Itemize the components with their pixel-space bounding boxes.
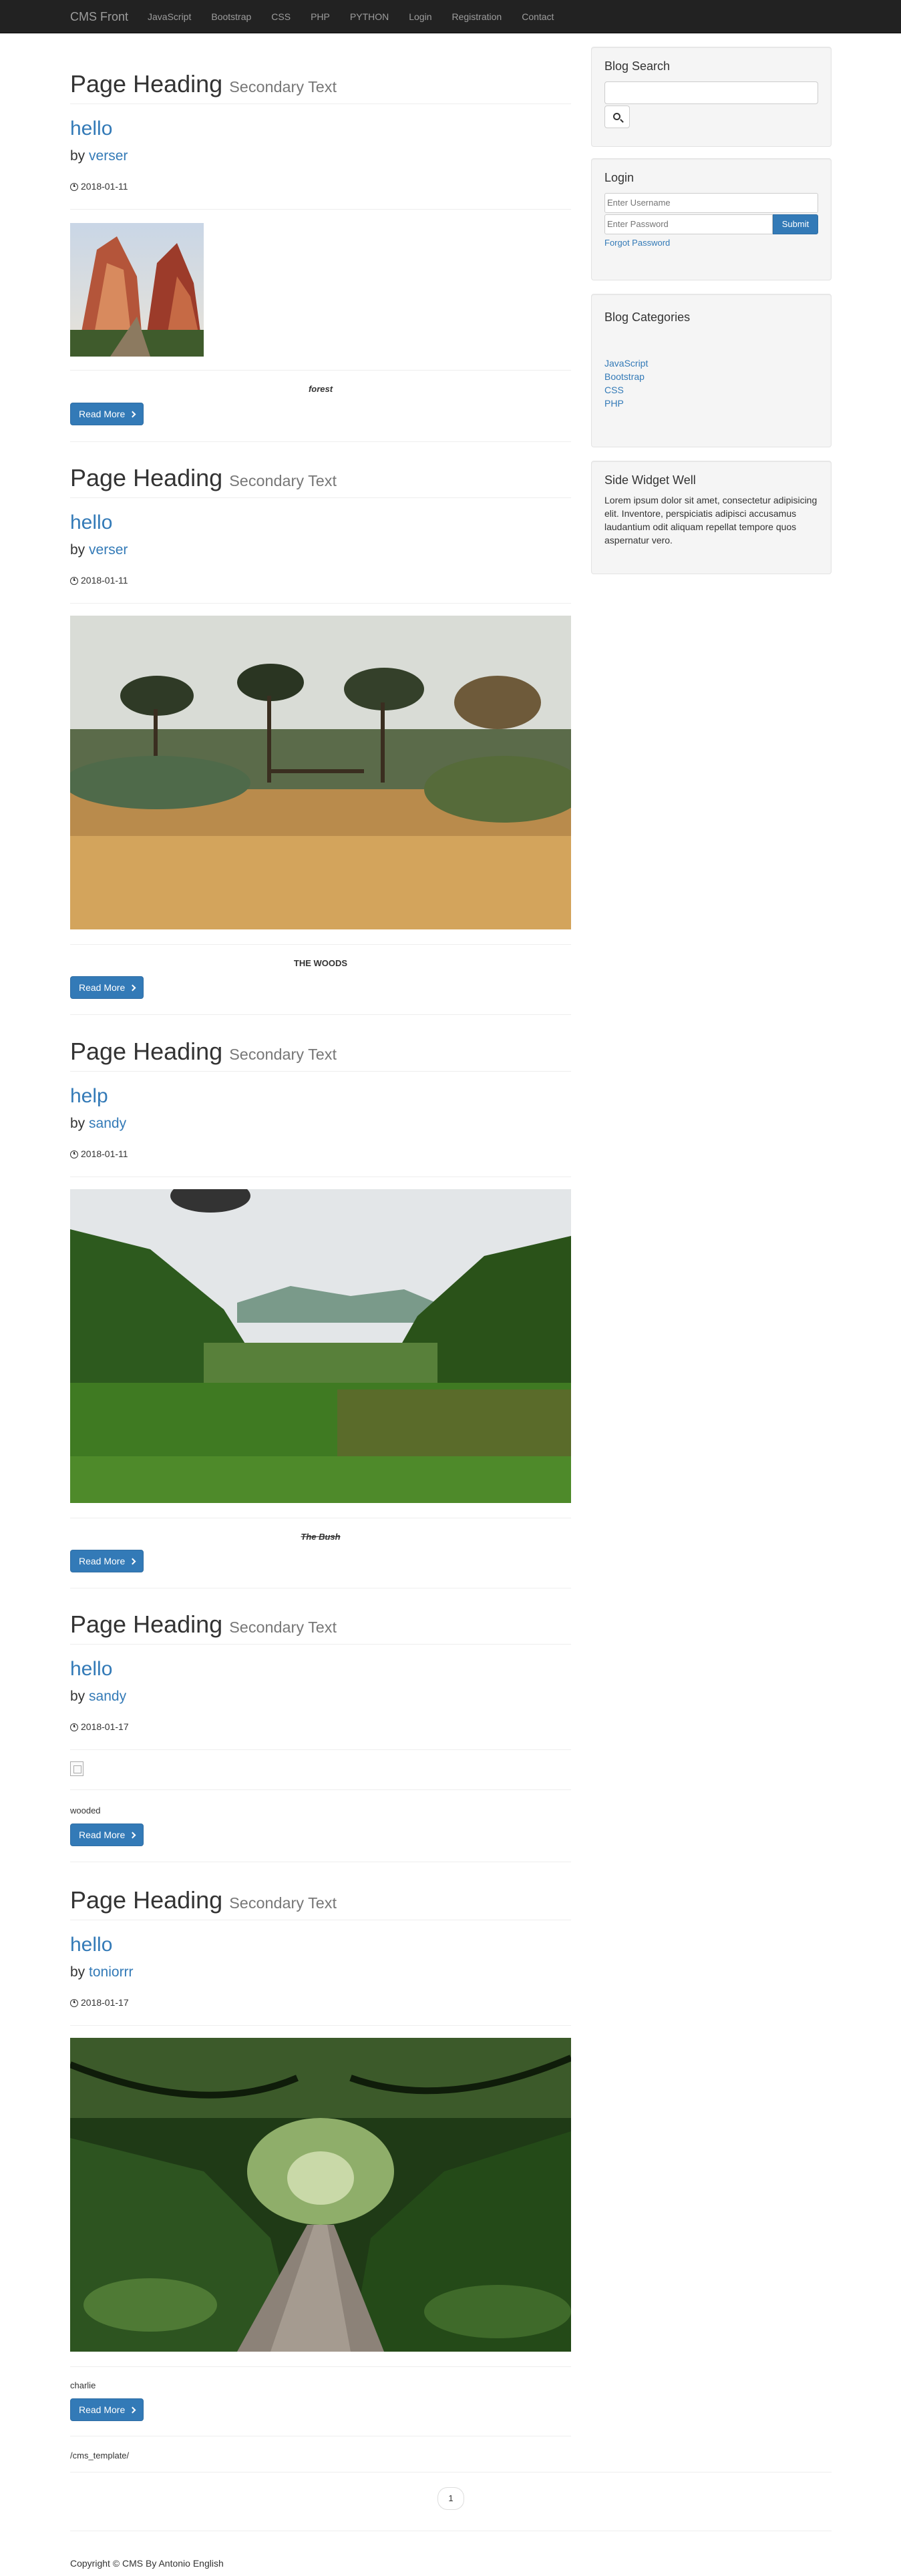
nav-item-css[interactable]: CSS	[261, 0, 301, 33]
forgot-password-link[interactable]: Forgot Password	[604, 237, 818, 250]
post-image-mountain	[70, 223, 204, 357]
password-group: Submit	[604, 214, 818, 234]
category-link-php[interactable]: PHP	[604, 398, 624, 409]
category-link-css[interactable]: CSS	[604, 385, 624, 395]
chevron-right-icon	[129, 411, 136, 417]
page-heading: Page Heading Secondary Text	[70, 71, 571, 104]
page-heading: Page Heading Secondary Text	[70, 1887, 571, 1920]
pagination-page-1[interactable]: 1	[437, 2487, 464, 2510]
search-icon	[613, 112, 620, 120]
post-author-line: by verser	[70, 148, 128, 164]
blog-categories-title: Blog Categories	[604, 310, 691, 324]
post-caption: The Bush	[301, 1532, 341, 1542]
nav-item-python[interactable]: PYTHON	[340, 0, 399, 33]
nav-menu: JavaScript Bootstrap CSS PHP PYTHON Logi…	[138, 0, 564, 33]
post-image-valley	[70, 1179, 571, 1503]
read-more-button[interactable]: Read More	[70, 1550, 144, 1572]
chevron-right-icon	[129, 2406, 136, 2413]
nav-item-login[interactable]: Login	[399, 0, 441, 33]
submit-button[interactable]: Submit	[773, 214, 818, 234]
read-more-button[interactable]: Read More	[70, 403, 144, 425]
post-title-link[interactable]: hello	[70, 118, 112, 140]
read-more-button[interactable]: Read More	[70, 976, 144, 999]
username-input[interactable]	[604, 192, 818, 213]
brand-link[interactable]: CMS Front	[70, 0, 128, 33]
clock-icon	[70, 1723, 78, 1731]
top-navbar: CMS Front JavaScript Bootstrap CSS PHP P…	[0, 0, 901, 33]
clock-icon	[70, 576, 78, 585]
post-caption: wooded	[70, 1805, 101, 1815]
search-button[interactable]	[604, 105, 630, 128]
nav-item-php[interactable]: PHP	[301, 0, 340, 33]
blog-post: Page Heading Secondary Text hello by ver…	[70, 71, 571, 445]
login-title: Login	[604, 171, 635, 184]
post-date: 2018-01-11	[70, 574, 571, 588]
clock-icon	[70, 182, 78, 191]
side-widget-text: Lorem ipsum dolor sit amet, consectetur …	[604, 494, 818, 546]
secondary-text: Secondary Text	[229, 472, 337, 489]
read-more-button[interactable]: Read More	[70, 2398, 144, 2421]
post-title-link[interactable]: hello	[70, 1658, 112, 1680]
chevron-right-icon	[129, 1832, 136, 1838]
author-link[interactable]: verser	[89, 542, 128, 558]
post-author-line: by sandy	[70, 1688, 127, 1704]
post-date: 2018-01-11	[70, 180, 571, 194]
nav-item-javascript[interactable]: JavaScript	[138, 0, 201, 33]
blog-categories-well: Blog Categories JavaScript Bootstrap CSS…	[591, 294, 832, 447]
post-caption: THE WOODS	[293, 958, 348, 968]
post-image-forest-path	[69, 2038, 572, 2352]
post-author-line: by sandy	[70, 1115, 127, 1131]
secondary-text: Secondary Text	[229, 1619, 337, 1636]
chevron-right-icon	[129, 1558, 136, 1564]
post-title-link[interactable]: hello	[70, 1934, 112, 1956]
post-title-link[interactable]: help	[70, 1085, 108, 1107]
secondary-text: Secondary Text	[229, 78, 337, 95]
footer-copyright: Copyright © CMS By Antonio English	[70, 2558, 224, 2569]
page-heading: Page Heading Secondary Text	[70, 1611, 571, 1645]
author-link[interactable]: toniorrr	[89, 1964, 134, 1980]
password-input[interactable]	[604, 214, 773, 234]
read-more-button[interactable]: Read More	[70, 1823, 144, 1846]
blog-post: Page Heading Secondary Text hello by ver…	[63, 465, 584, 1019]
post-date: 2018-01-17	[70, 1996, 571, 2010]
post-date: 2018-01-11	[70, 1148, 571, 1161]
author-link[interactable]: sandy	[89, 1116, 126, 1131]
author-link[interactable]: sandy	[89, 1689, 126, 1704]
blog-post: Page Heading Secondary Text hello by san…	[70, 1611, 571, 1865]
chevron-right-icon	[129, 984, 136, 991]
clock-icon	[70, 1998, 78, 2007]
author-link[interactable]: verser	[89, 148, 128, 164]
nav-item-registration[interactable]: Registration	[442, 0, 512, 33]
post-author-line: by toniorrr	[70, 1964, 134, 1980]
nav-item-contact[interactable]: Contact	[512, 0, 564, 33]
clock-icon	[70, 1150, 78, 1158]
post-caption: charlie	[70, 2380, 96, 2390]
post-caption: forest	[308, 384, 333, 394]
page-heading: Page Heading Secondary Text	[70, 1038, 571, 1072]
side-widget-title: Side Widget Well	[604, 473, 696, 487]
blog-search-well: Blog Search	[591, 47, 832, 147]
secondary-text: Secondary Text	[229, 1894, 337, 1912]
nav-item-bootstrap[interactable]: Bootstrap	[201, 0, 261, 33]
blog-search-title: Blog Search	[604, 59, 671, 73]
secondary-text: Secondary Text	[229, 1046, 337, 1063]
broken-image-icon	[70, 1761, 83, 1776]
category-list: JavaScript Bootstrap CSS PHP	[604, 357, 818, 410]
category-link-javascript[interactable]: JavaScript	[604, 358, 648, 369]
blog-post: Page Heading Secondary Text hello by ton…	[69, 1887, 572, 2441]
post-image-garden	[63, 616, 584, 929]
page-heading: Page Heading Secondary Text	[70, 465, 571, 498]
side-widget-well: Side Widget Well Lorem ipsum dolor sit a…	[591, 461, 832, 574]
blog-post: Page Heading Secondary Text help by sand…	[70, 1038, 571, 1592]
category-link-bootstrap[interactable]: Bootstrap	[604, 371, 645, 382]
post-title-link[interactable]: hello	[70, 511, 112, 533]
login-well: Login Submit Forgot Password	[591, 158, 832, 280]
post-author-line: by verser	[70, 542, 128, 558]
post-date: 2018-01-17	[70, 1721, 571, 1734]
path-text: /cms_template/	[70, 2450, 130, 2460]
blog-search-input[interactable]	[604, 81, 818, 104]
